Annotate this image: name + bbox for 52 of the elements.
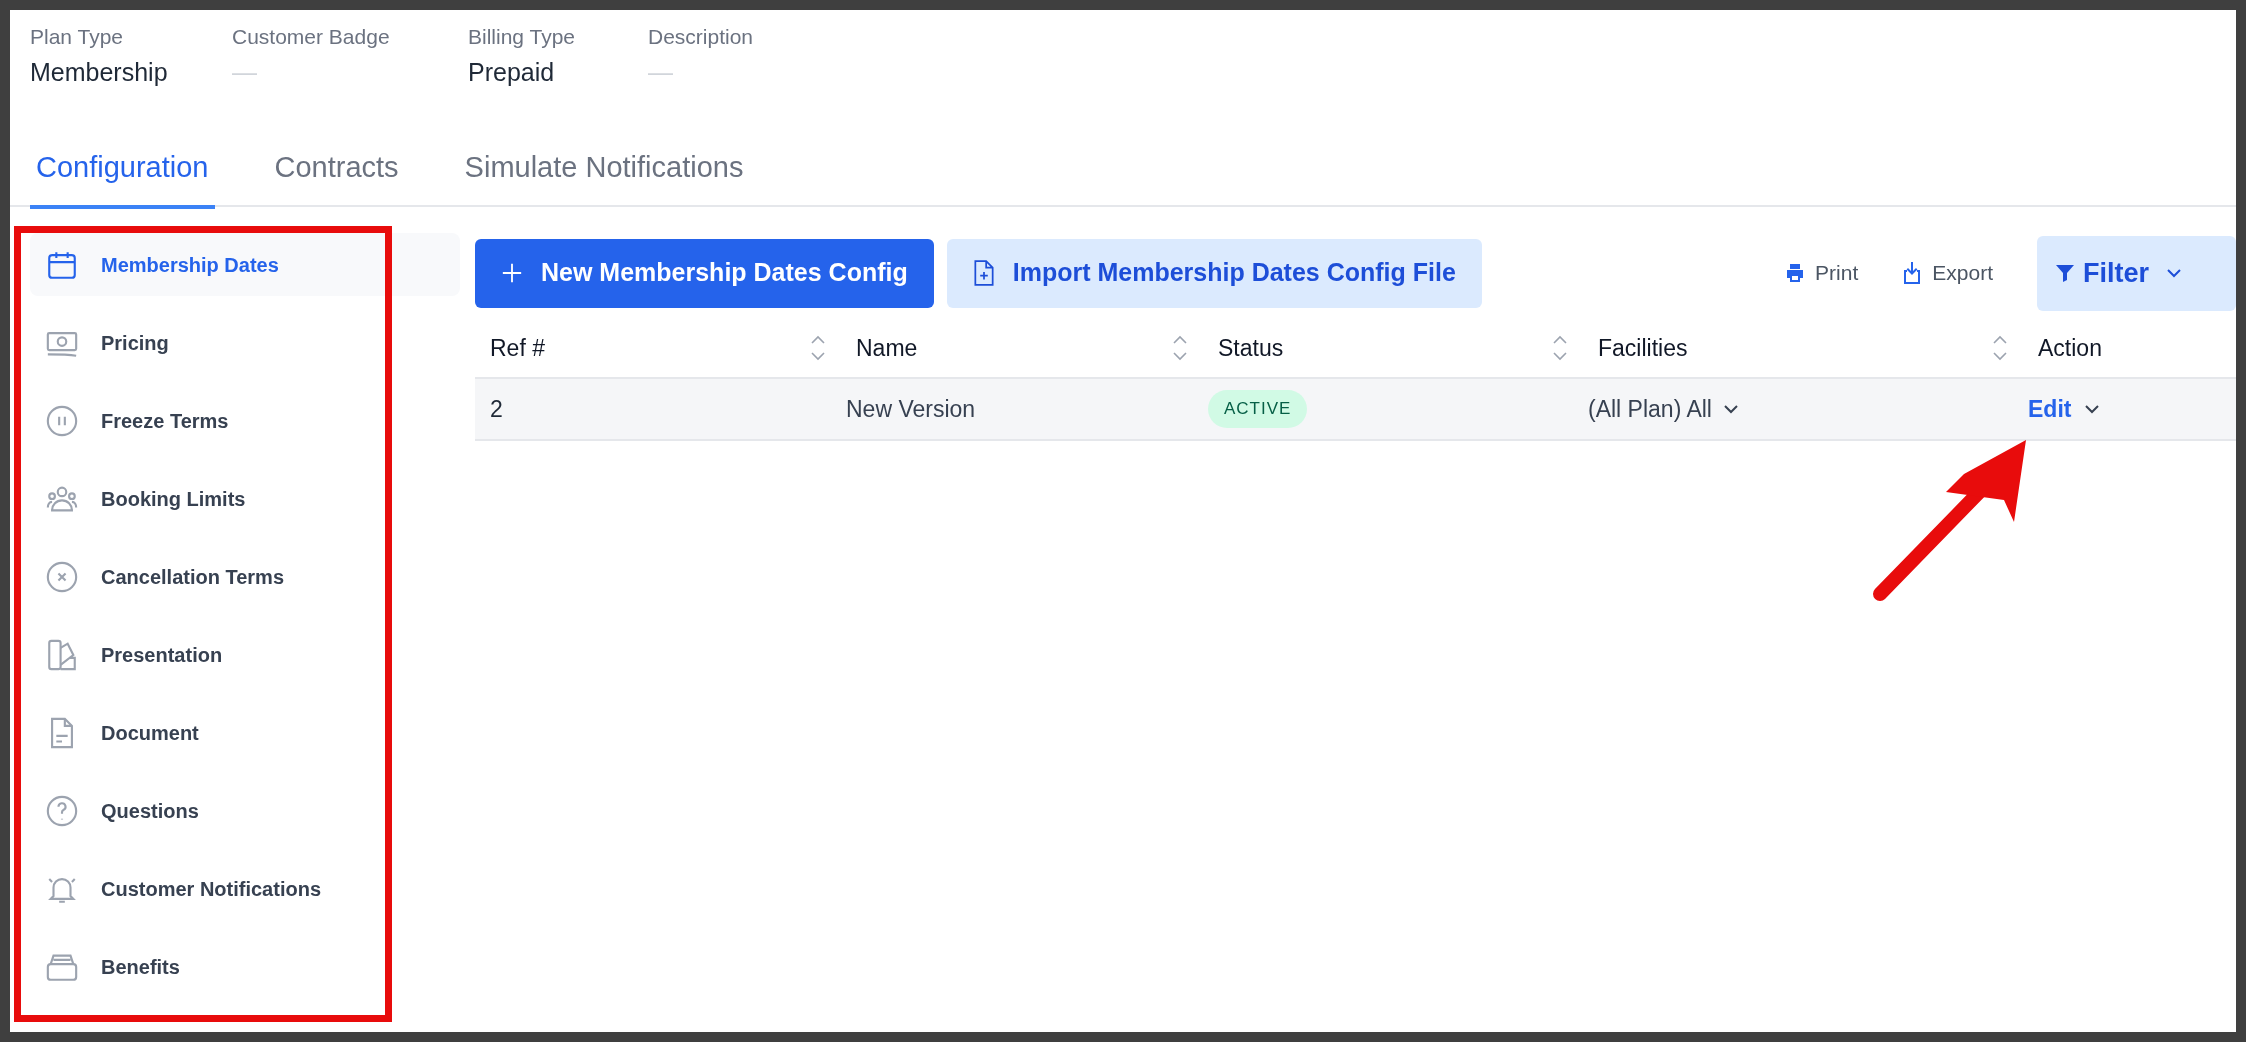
table-cell: 2	[490, 395, 503, 422]
table-cell: New Version	[846, 395, 976, 422]
sidebar-item[interactable]: Membership Dates	[30, 233, 460, 296]
plus-icon	[501, 262, 523, 284]
filter-button[interactable]: Filter	[2037, 235, 2236, 311]
chevron-down-icon	[1724, 404, 1738, 414]
facilities-dropdown[interactable]: (All Plan) All	[1588, 391, 1738, 427]
sidebar-item[interactable]: Document	[30, 701, 460, 764]
printer-icon	[1785, 263, 1806, 283]
column-header: Facilities	[1598, 333, 1688, 363]
sidebar-item[interactable]: Presentation	[30, 623, 460, 686]
column-header: Ref #	[490, 333, 545, 363]
funnel-icon	[2055, 263, 2075, 283]
sort-icon[interactable]	[1172, 335, 1188, 361]
sidebar-item[interactable]: Pricing	[30, 311, 460, 374]
question-circle-icon	[45, 793, 79, 828]
sidebar-item[interactable]: Questions	[30, 779, 460, 842]
field-label: Description	[648, 24, 755, 50]
x-circle-icon	[45, 559, 79, 594]
field-value: Prepaid	[468, 57, 556, 88]
chevron-down-icon	[2167, 268, 2181, 278]
field-label: Customer Badge	[232, 24, 391, 50]
new-config-button[interactable]: New Membership Dates Config	[475, 238, 934, 308]
chevron-down-icon	[2085, 404, 2100, 414]
column-header: Status	[1218, 333, 1284, 363]
field-value: Membership	[30, 57, 169, 88]
sidebar-item[interactable]: Booking Limits	[30, 467, 460, 530]
file-plus-icon	[972, 260, 995, 286]
status-badge: ACTIVE	[1208, 390, 1308, 428]
field-label: Plan Type	[30, 24, 124, 50]
sort-icon[interactable]	[1552, 335, 1568, 361]
sidebar-item[interactable]: Benefits	[30, 935, 460, 998]
tab[interactable]: Contracts	[268, 140, 405, 209]
import-file-button[interactable]: Import Membership Dates Config File	[946, 238, 1482, 308]
sort-icon[interactable]	[810, 335, 826, 361]
tab[interactable]: Configuration	[30, 140, 215, 209]
sort-icon[interactable]	[1992, 335, 2008, 361]
edit-dropdown[interactable]: Edit	[2028, 391, 2100, 427]
sidebar-item[interactable]: Cancellation Terms	[30, 545, 460, 608]
tab[interactable]: Simulate Notifications	[458, 140, 750, 209]
export-link[interactable]: Export	[1902, 257, 1993, 289]
column-header: Name	[856, 333, 918, 363]
swatch-icon	[45, 637, 79, 672]
column-header: Action	[2038, 333, 2102, 363]
field-label: Billing Type	[468, 24, 576, 50]
sidebar-item[interactable]: Customer Notifications	[30, 857, 460, 920]
sidebar-item[interactable]: Freeze Terms	[30, 389, 460, 452]
print-link[interactable]: Print	[1785, 257, 1859, 289]
download-icon	[1902, 262, 1923, 284]
pause-circle-icon	[45, 403, 79, 438]
field-value: —	[232, 57, 258, 88]
field-value: —	[648, 57, 674, 88]
